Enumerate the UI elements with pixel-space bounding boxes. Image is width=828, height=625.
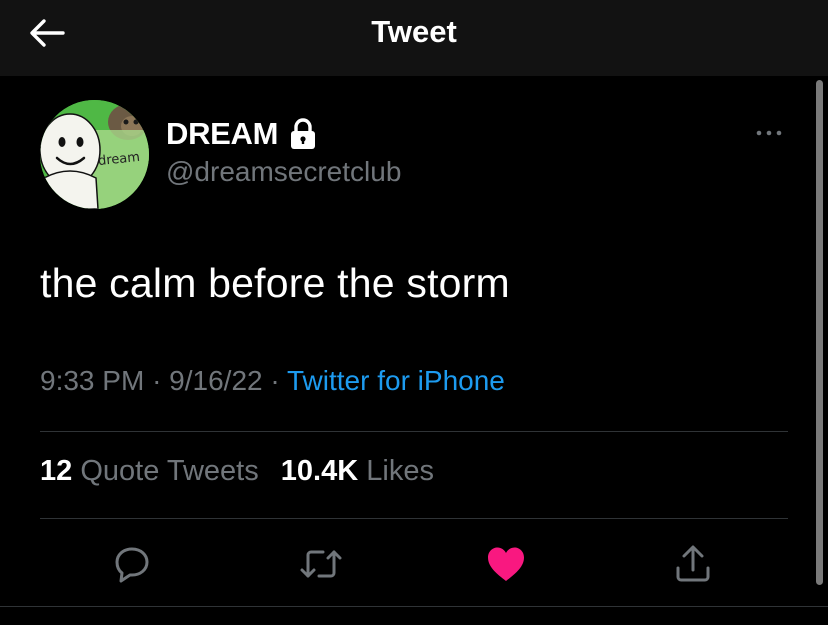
user-handle[interactable]: @dreamsecretclub xyxy=(166,156,401,188)
retweet-icon xyxy=(300,550,342,578)
like-button[interactable] xyxy=(480,538,532,590)
top-bar: Tweet xyxy=(0,0,828,76)
divider xyxy=(40,518,788,519)
meta-separator: · xyxy=(270,365,280,396)
quote-tweets-stat[interactable]: 12 Quote Tweets xyxy=(40,455,267,487)
quote-tweets-label: Quote Tweets xyxy=(80,455,259,487)
share-button[interactable] xyxy=(667,538,719,590)
reply-icon xyxy=(115,547,149,583)
more-options-button[interactable] xyxy=(750,120,790,146)
likes-count: 10.4K xyxy=(280,455,359,487)
tweet-date[interactable]: 9/16/22 xyxy=(169,365,262,396)
reply-button[interactable] xyxy=(106,538,158,590)
author-name-row[interactable]: DREAM xyxy=(166,114,318,154)
likes-label: Likes xyxy=(366,455,434,487)
meta-separator: · xyxy=(152,365,162,396)
bottom-divider xyxy=(0,606,828,607)
heart-icon xyxy=(488,547,524,581)
retweet-button[interactable] xyxy=(295,538,347,590)
more-horizontal-icon xyxy=(756,130,782,136)
tweet-source-link[interactable]: Twitter for iPhone xyxy=(287,365,505,396)
tweet-text: the calm before the storm xyxy=(40,260,510,306)
scrollbar[interactable] xyxy=(816,80,823,585)
page-title: Tweet xyxy=(371,14,457,49)
tweet-meta: 9:33 PM · 9/16/22 · Twitter for iPhone xyxy=(40,365,505,397)
tweet-time[interactable]: 9:33 PM xyxy=(40,365,144,396)
tweet-stats: 12 Quote Tweets 10.4K Likes xyxy=(40,455,448,488)
likes-stat[interactable]: 10.4K Likes xyxy=(281,455,434,487)
avatar[interactable]: dream xyxy=(40,100,149,209)
lock-icon xyxy=(291,118,316,149)
display-name[interactable]: DREAM xyxy=(166,116,278,152)
divider xyxy=(40,431,788,432)
quote-tweets-count: 12 xyxy=(40,455,73,487)
share-icon xyxy=(676,545,710,582)
